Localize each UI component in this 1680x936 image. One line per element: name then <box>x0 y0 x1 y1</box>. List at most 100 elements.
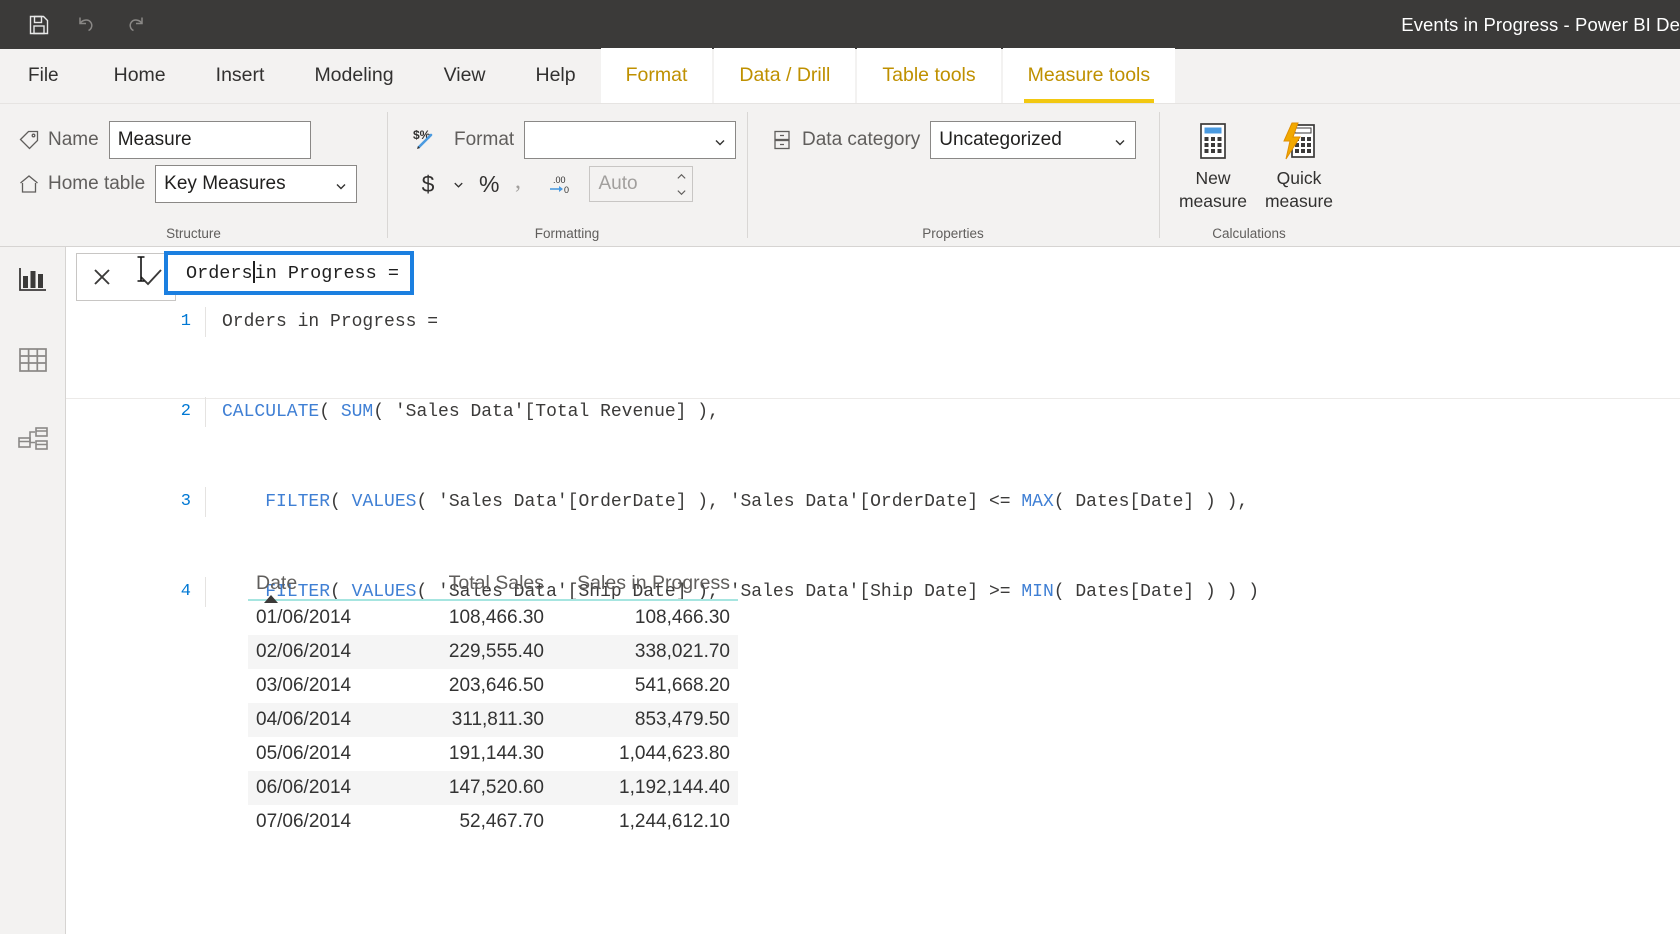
cell-sales-in-progress: 108,466.30 <box>634 607 730 628</box>
measure-name-text-before-caret: Orders <box>186 262 253 284</box>
cancel-button[interactable] <box>77 254 126 300</box>
tab-view[interactable]: View <box>419 48 511 103</box>
sidebar-item-report-view[interactable] <box>12 261 54 303</box>
name-label: Name <box>48 129 99 150</box>
decimal-places-button[interactable]: .00 0 <box>539 166 581 202</box>
tab-table-tools[interactable]: Table tools <box>857 48 1001 103</box>
new-measure-label: New measure <box>1179 167 1247 213</box>
quick-measure-label-line1: Quick <box>1276 168 1322 188</box>
decimal-places-stepper[interactable]: Auto <box>589 166 694 202</box>
window-title: Events in Progress - Power BI De <box>1401 13 1680 35</box>
mouse-ibeam-cursor <box>134 254 148 284</box>
code-token-function: SUM <box>340 402 374 422</box>
quick-measure-label-line2: measure <box>1264 191 1334 211</box>
table-row[interactable]: 01/06/2014 108,466.30 108,466.30 <box>248 601 738 635</box>
group-label-properties: Properties <box>922 226 984 241</box>
tab-home[interactable]: Home <box>89 48 191 103</box>
column-header-sales-in-progress[interactable]: Sales in Progress <box>552 572 738 595</box>
sidebar-item-model-view[interactable] <box>12 421 54 463</box>
window-title-bar: Events in Progress - Power BI De <box>0 0 1680 49</box>
currency-format-button[interactable]: $ <box>413 166 443 202</box>
cell-sales-in-progress: 1,192,144.40 <box>619 777 730 798</box>
ribbon-tabstrip: File Home Insert Modeling View Help Form… <box>0 48 1680 104</box>
tag-icon <box>18 128 48 152</box>
cell-sales-in-progress: 338,021.70 <box>634 641 730 662</box>
svg-text:,: , <box>515 171 521 194</box>
tab-file[interactable]: File <box>0 48 89 103</box>
table-row[interactable]: 04/06/2014 311,811.30 853,479.50 <box>248 703 738 737</box>
tab-insert[interactable]: Insert <box>191 48 290 103</box>
tab-measure-tools[interactable]: Measure tools <box>1002 48 1176 103</box>
work-area: 1 Orders in Progress = 2 CALCULATE( SUM(… <box>0 247 1680 934</box>
home-table-row: Home table Key Measures <box>18 162 387 206</box>
code-token: ( 'Sales Data'[Total Revenue] ), <box>373 402 719 422</box>
cell-total-sales: 203,646.50 <box>448 675 544 696</box>
undo-icon[interactable] <box>74 12 100 38</box>
table-row[interactable]: 02/06/2014 229,555.40 338,021.70 <box>248 635 738 669</box>
code-token-function: CALCULATE <box>222 402 320 422</box>
relationships-icon <box>17 426 49 459</box>
decimal-places-value: Auto <box>598 173 638 194</box>
format-select[interactable] <box>524 121 737 159</box>
column-header-date[interactable]: Date <box>248 572 392 595</box>
table-row[interactable]: 07/06/2014 52,467.70 1,244,612.10 <box>248 805 738 839</box>
new-measure-button[interactable]: New measure <box>1173 118 1253 213</box>
code-token-function: FILTER <box>265 492 331 512</box>
data-category-label: Data category <box>802 129 921 150</box>
format-label: Format <box>454 129 515 150</box>
quick-access-toolbar <box>0 12 148 38</box>
measure-name-input[interactable]: Measure <box>108 121 311 159</box>
tab-data-drill[interactable]: Data / Drill <box>714 48 856 103</box>
data-category-select[interactable]: Uncategorized <box>930 121 1137 159</box>
format-row: $% Format <box>413 118 747 162</box>
code-token: ( <box>330 492 352 512</box>
stepper-arrows[interactable] <box>674 169 688 199</box>
cell-date: 03/06/2014 <box>256 675 352 696</box>
svg-text:.00: .00 <box>553 175 566 185</box>
quick-measure-label: Quick measure <box>1265 167 1333 213</box>
table-row[interactable]: 05/06/2014 191,144.30 1,044,623.80 <box>248 737 738 771</box>
cell-total-sales: 191,144.30 <box>448 743 544 764</box>
code-line: 2 CALCULATE( SUM( 'Sales Data'[Total Rev… <box>176 397 1680 427</box>
new-measure-label-line2: measure <box>1178 191 1248 211</box>
table-visual[interactable]: Date Total Sales Sales in Progress 01/06… <box>248 572 738 839</box>
name-row: Name Measure <box>18 118 387 162</box>
cell-sales-in-progress: 1,044,623.80 <box>619 743 730 764</box>
ribbon: Name Measure Home table Key Measures Str… <box>0 104 1680 247</box>
table-row[interactable]: 03/06/2014 203,646.50 541,668.20 <box>248 669 738 703</box>
redo-icon[interactable] <box>122 12 148 38</box>
column-header-total-sales[interactable]: Total Sales <box>392 572 552 595</box>
dax-formula-bar[interactable]: 1 Orders in Progress = 2 CALCULATE( SUM(… <box>66 247 1680 607</box>
home-icon <box>18 172 48 196</box>
home-table-select[interactable]: Key Measures <box>155 165 358 203</box>
report-canvas[interactable]: 1 Orders in Progress = 2 CALCULATE( SUM(… <box>66 247 1680 934</box>
format-buttons-row: $ % , .00 0 Auto <box>413 162 747 206</box>
currency-dropdown-button[interactable] <box>443 166 473 202</box>
code-token-function: MAX <box>1021 492 1054 512</box>
sort-ascending-icon <box>264 595 278 603</box>
chevron-down-icon <box>1113 133 1127 147</box>
line-number: 3 <box>176 487 206 517</box>
tab-modeling[interactable]: Modeling <box>289 48 418 103</box>
cell-date: 07/06/2014 <box>256 811 352 832</box>
cell-date: 05/06/2014 <box>256 743 352 764</box>
bar-chart-icon <box>17 265 49 300</box>
ribbon-group-formatting: $% Format $ % , .00 0 Auto Formatting <box>387 104 747 246</box>
measure-name-text-after-caret: in Progress = <box>254 262 399 284</box>
lightning-calculator-icon <box>1280 120 1318 164</box>
ribbon-group-calculations: New measure Quick measure Calculations <box>1159 104 1339 246</box>
quick-measure-button[interactable]: Quick measure <box>1259 118 1339 213</box>
cell-total-sales: 147,520.60 <box>448 777 544 798</box>
thousands-separator-button[interactable]: , <box>505 166 539 202</box>
percent-format-button[interactable]: % <box>473 166 505 202</box>
text-caret <box>252 261 255 283</box>
code-line: 1 Orders in Progress = <box>176 307 1680 337</box>
tab-format[interactable]: Format <box>600 48 713 103</box>
sidebar-item-data-view[interactable] <box>12 341 54 383</box>
save-icon[interactable] <box>26 12 52 38</box>
measure-name-inline-editor[interactable]: Orders in Progress = <box>164 251 414 295</box>
table-row[interactable]: 06/06/2014 147,520.60 1,192,144.40 <box>248 771 738 805</box>
cell-date: 01/06/2014 <box>256 607 352 628</box>
line-number: 4 <box>176 577 206 607</box>
tab-help[interactable]: Help <box>511 48 601 103</box>
